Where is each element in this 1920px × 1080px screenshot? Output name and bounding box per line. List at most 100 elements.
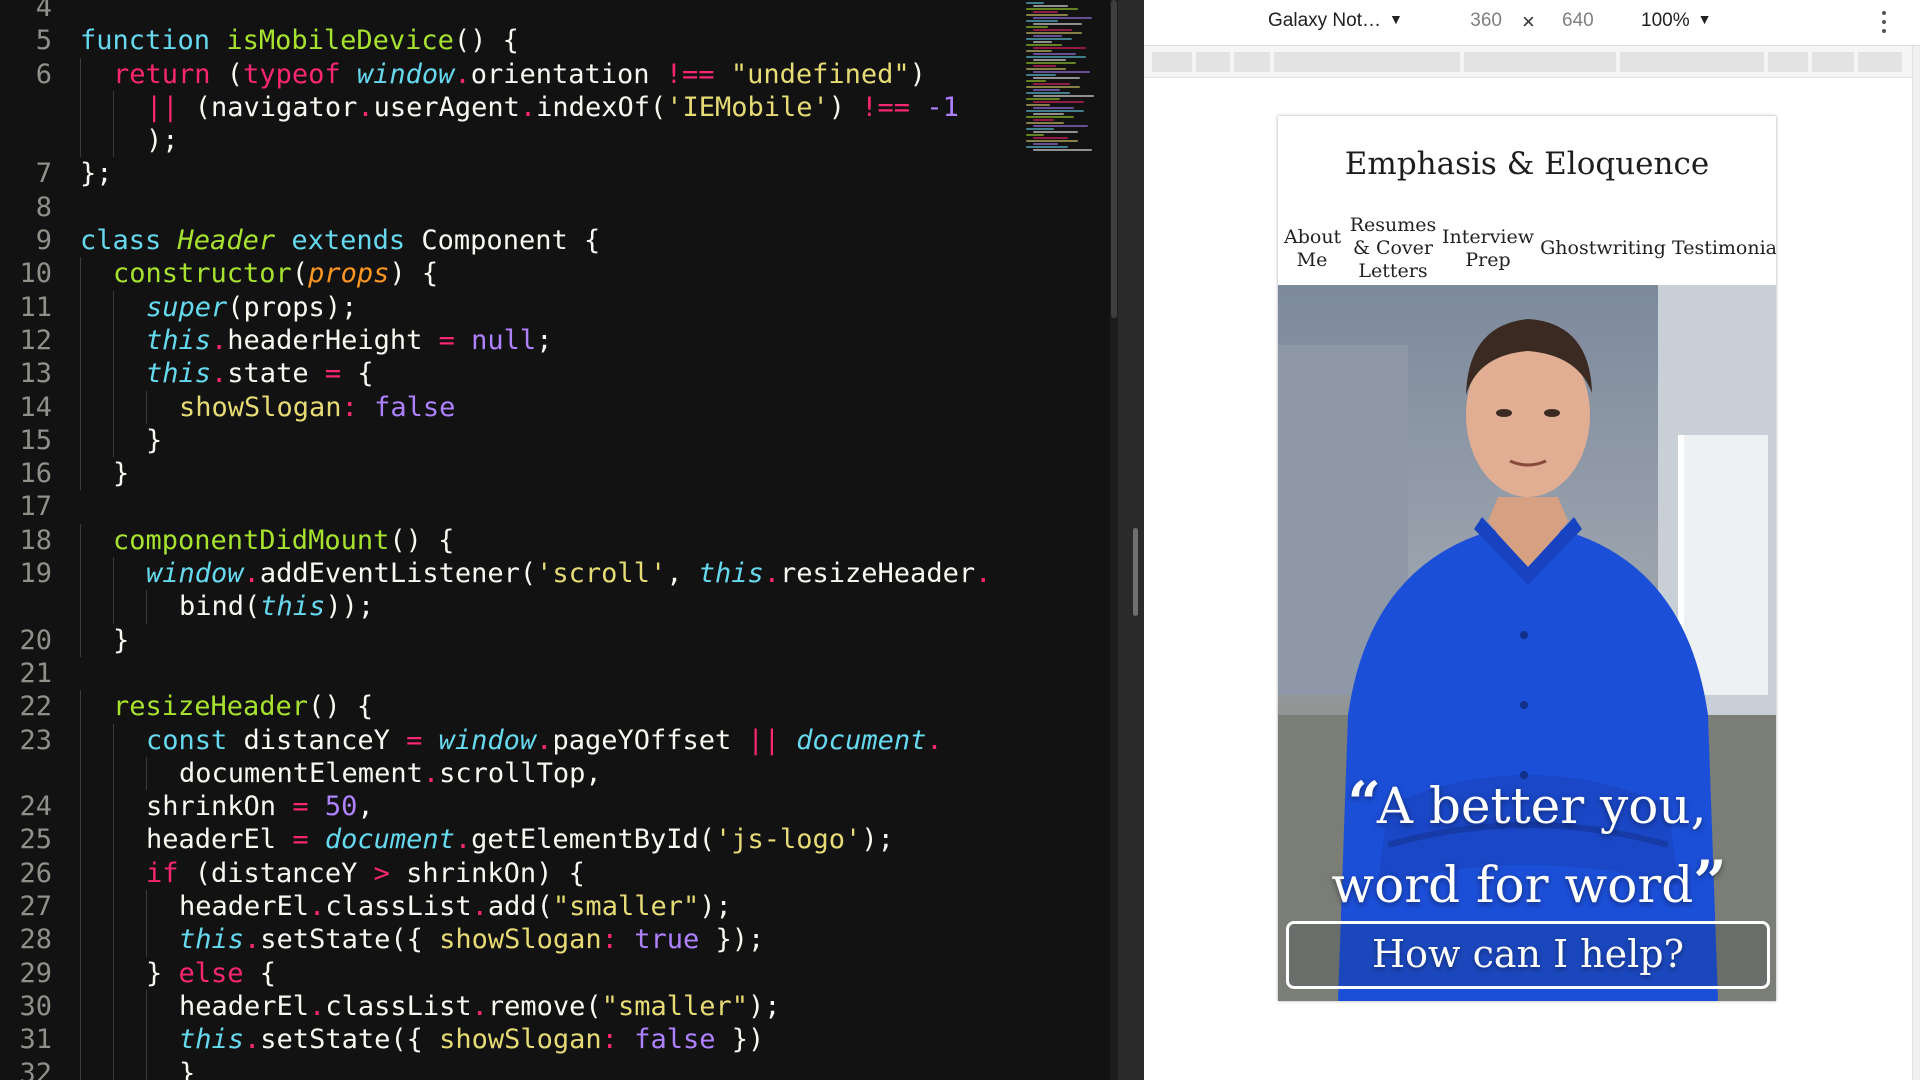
nav-interview-prep[interactable]: Interview Prep — [1440, 226, 1536, 272]
code-token: headerEl — [179, 891, 310, 923]
code-line[interactable]: 18 componentDidMount() { — [0, 523, 1040, 558]
device-select[interactable]: Galaxy Not… ▼ — [1268, 10, 1403, 32]
minimap-line — [1033, 107, 1074, 109]
minimap-line — [1026, 104, 1050, 106]
line-content: } else { — [146, 957, 276, 990]
code-line[interactable]: 32} — [0, 1056, 1040, 1080]
nav-testimonials[interactable]: Testimonial — [1672, 237, 1776, 260]
how-can-i-help-button[interactable]: How can I help? — [1286, 921, 1770, 989]
code-line[interactable]: 26 if (distanceY > shrinkOn) { — [0, 856, 1040, 891]
code-token: ) — [909, 58, 926, 90]
viewport-height-input[interactable]: 640 — [1562, 10, 1594, 32]
minimap-line — [1026, 122, 1064, 124]
site-title[interactable]: Emphasis & Eloquence — [1278, 146, 1776, 182]
line-number: 20 — [19, 624, 52, 656]
code-line[interactable]: 6 return (typeof window.orientation !== "… — [0, 57, 1040, 91]
minimap-line — [1033, 119, 1054, 121]
line-content: return (typeof window.orientation !== "u… — [113, 58, 926, 91]
minimap-line — [1033, 143, 1058, 145]
code-lines[interactable]: 4 5 function isMobileDevice() {6 return (ty… — [0, 0, 1040, 1080]
line-content: this.headerHeight = null; — [146, 324, 552, 357]
editor-scrollbar-thumb[interactable] — [1111, 0, 1117, 318]
code-token: indexOf( — [536, 91, 667, 123]
code-token: () { — [308, 691, 374, 723]
code-line[interactable]: 10 constructor(props) { — [0, 257, 1040, 291]
devtools-scrollbar[interactable] — [1912, 46, 1920, 1080]
nav-about-me[interactable]: About Me — [1284, 226, 1341, 272]
indent-guide — [113, 90, 114, 125]
line-number: 8 — [35, 191, 52, 223]
code-line[interactable]: bind(this)); — [0, 590, 1040, 624]
pane-resize-handle[interactable] — [1133, 528, 1138, 616]
code-token: ) { — [389, 258, 439, 290]
line-number: 28 — [19, 924, 52, 956]
code-line[interactable]: 28 this.setState({ showSlogan: true }); — [0, 923, 1040, 957]
code-line[interactable]: 12 this.headerHeight = null; — [0, 323, 1040, 358]
code-line[interactable]: 4 — [0, 0, 1040, 24]
code-line[interactable]: 25 headerEl = document.getElementById('js… — [0, 823, 1040, 857]
code-token: > — [373, 857, 390, 889]
minimap-line — [1033, 11, 1058, 13]
code-line[interactable]: 11 super(props); — [0, 290, 1040, 324]
code-token: || — [747, 724, 781, 756]
minimap-line — [1026, 20, 1058, 22]
line-content: documentElement.scrollTop, — [179, 757, 602, 790]
code-line[interactable]: documentElement.scrollTop, — [0, 756, 1040, 791]
code-line[interactable]: 20} — [0, 623, 1040, 657]
code-line[interactable]: ); — [0, 124, 1040, 158]
code-line[interactable]: 27 headerEl.classList.add("smaller"); — [0, 890, 1040, 924]
nav-resumes-cover-letters[interactable]: Resumes & Cover Letters — [1348, 214, 1438, 283]
indent-guide — [113, 423, 114, 458]
code-line[interactable]: 15} — [0, 423, 1040, 458]
more-options-icon[interactable] — [1876, 8, 1892, 36]
code-token: else — [178, 957, 244, 989]
indent-guide — [80, 823, 81, 857]
code-token: = — [292, 791, 309, 823]
minimap-line — [1026, 68, 1066, 70]
minimap[interactable] — [1026, 0, 1106, 160]
code-line[interactable]: 5 function isMobileDevice() { — [0, 24, 1040, 57]
code-line[interactable]: 30 headerEl.classList.remove("smaller"); — [0, 989, 1040, 1024]
code-line[interactable]: 31 this.setState({ showSlogan: false }) — [0, 1023, 1040, 1057]
code-line[interactable]: 8 — [0, 191, 1040, 224]
indent-guide — [80, 723, 81, 757]
pane-divider[interactable] — [1118, 0, 1144, 1080]
minimap-line — [1026, 128, 1054, 130]
line-content: }; — [80, 157, 113, 190]
indent-guide — [113, 890, 114, 924]
indent-guide — [146, 923, 147, 957]
zoom-select[interactable]: 100% ▼ — [1641, 10, 1711, 32]
code-line[interactable]: || (navigator.userAgent.indexOf('IEMobil… — [0, 90, 1040, 125]
code-line[interactable]: 21 — [0, 657, 1040, 690]
nav-ghostwriting[interactable]: Ghostwriting — [1538, 237, 1668, 260]
code-line[interactable]: 22 resizeHeader() { — [0, 690, 1040, 724]
code-token: . — [243, 558, 260, 590]
code-line[interactable]: 16} — [0, 457, 1040, 491]
code-line[interactable]: 19 window.addEventListener('scroll', this… — [0, 557, 1040, 591]
code-editor[interactable]: 4 5 function isMobileDevice() {6 return (ty… — [0, 0, 1118, 1080]
code-line[interactable]: 7}; — [0, 157, 1040, 190]
code-line[interactable]: 23 const distanceY = window.pageYOffset |… — [0, 723, 1040, 757]
code-line[interactable]: 24 shrinkOn = 50, — [0, 790, 1040, 824]
minimap-line — [1026, 86, 1080, 88]
code-token: )); — [325, 591, 375, 623]
viewport-width-input[interactable]: 360 — [1462, 10, 1502, 32]
code-token: . — [471, 990, 488, 1022]
code-line[interactable]: 14 showSlogan: false — [0, 390, 1040, 424]
line-number: 31 — [19, 1024, 52, 1056]
code-line[interactable]: 17 — [0, 490, 1040, 523]
line-number: 32 — [19, 1057, 52, 1080]
line-content: headerEl = document.getElementById('js-l… — [146, 823, 894, 856]
code-token: . — [519, 91, 537, 123]
code-token: , — [666, 558, 699, 590]
code-token: showSlogan — [179, 391, 342, 423]
code-line[interactable]: 13 this.state = { — [0, 357, 1040, 391]
code-line[interactable]: 9 class Header extends Component { — [0, 224, 1040, 257]
code-token: . — [422, 757, 440, 789]
media-query-bar[interactable] — [1144, 46, 1920, 78]
code-line[interactable]: 29} else { — [0, 956, 1040, 990]
code-token: componentDidMount — [113, 524, 390, 556]
code-token: return — [113, 58, 211, 90]
